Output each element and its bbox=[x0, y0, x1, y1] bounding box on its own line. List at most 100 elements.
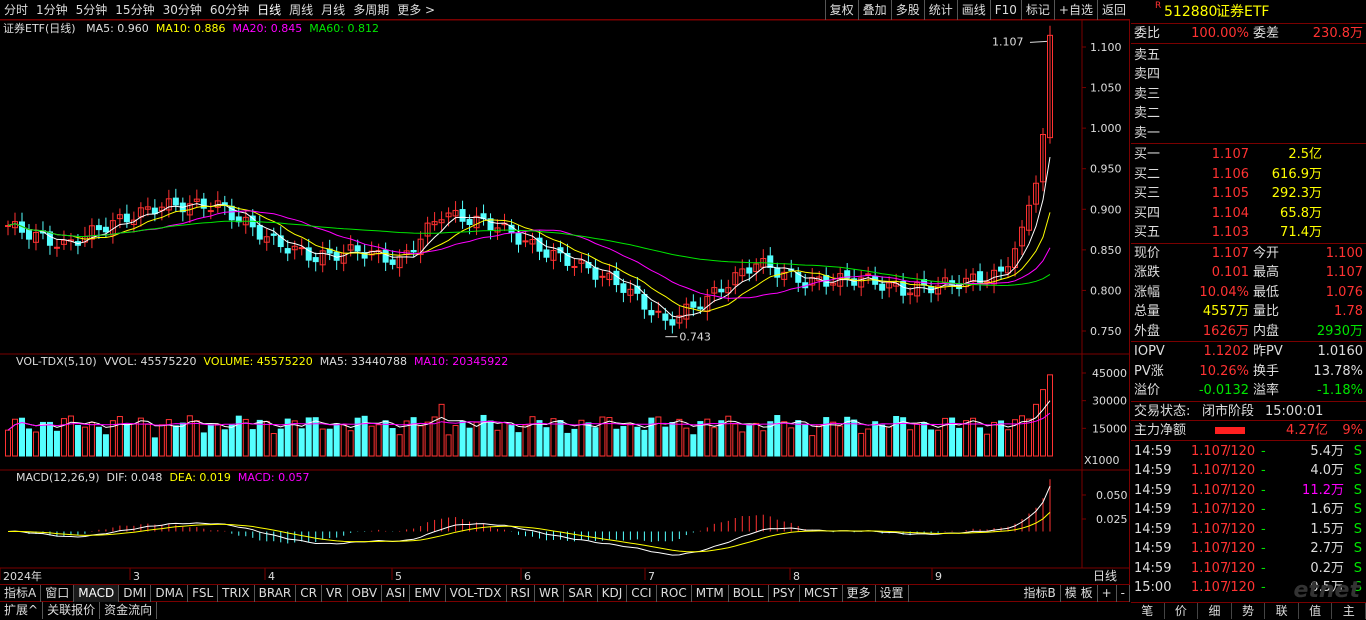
statistics-button[interactable]: 统计 bbox=[923, 0, 957, 20]
tick-list[interactable]: 14:59 1.107/120-5.4万 S 14:59 1.107/120-4.0万 S… bbox=[1131, 441, 1366, 598]
quote-tab[interactable]: 联 bbox=[1265, 603, 1299, 619]
back-button[interactable]: 返回 bbox=[1096, 0, 1130, 20]
quote-tab[interactable]: 势 bbox=[1232, 603, 1266, 619]
volume-bar bbox=[172, 425, 179, 457]
price-tick-label: 0.900 bbox=[1090, 203, 1122, 216]
sell-label: 卖四 bbox=[1134, 67, 1161, 82]
buy-price: 1.105 bbox=[1211, 186, 1249, 201]
volume-bar bbox=[298, 428, 305, 457]
volume-bar bbox=[907, 429, 914, 457]
period-monthly[interactable]: 月线 bbox=[317, 0, 349, 20]
indicator-right-tab[interactable]: 指标B bbox=[1020, 585, 1061, 602]
extension-tab[interactable]: 资金流向 bbox=[100, 602, 158, 619]
indicator-tab[interactable]: 更多 bbox=[843, 585, 876, 602]
stat-value-2: 1.107 bbox=[1325, 265, 1363, 280]
quote-tab[interactable]: 主 bbox=[1332, 603, 1366, 619]
volume-bar bbox=[641, 429, 648, 457]
indicator-tab[interactable]: DMI bbox=[119, 585, 152, 602]
indicator-tab[interactable]: CR bbox=[296, 585, 322, 602]
quote-tab[interactable]: 笔 bbox=[1131, 603, 1165, 619]
volume-bar bbox=[620, 426, 627, 457]
candle-body bbox=[655, 310, 662, 313]
period-weekly[interactable]: 周线 bbox=[285, 0, 317, 20]
volume-bar bbox=[788, 427, 795, 457]
chart-area[interactable]: 1.107 0.743 1.100 1.050 1.000 0.950 0.900 0.85… bbox=[0, 20, 1130, 584]
tick-ref: /120 bbox=[1226, 443, 1256, 459]
volume-bar bbox=[39, 421, 46, 457]
candle-body bbox=[298, 247, 305, 250]
extension-tab[interactable]: 关联报价 bbox=[43, 602, 101, 619]
period-more[interactable]: 更多 > bbox=[393, 0, 439, 20]
indicator-tab[interactable]: BOLL bbox=[729, 585, 769, 602]
add-watchlist-button[interactable]: +自选 bbox=[1053, 0, 1097, 20]
quote-tab[interactable]: 价 bbox=[1165, 603, 1199, 619]
indicator-tab[interactable]: MACD bbox=[74, 585, 120, 602]
indicator-tab[interactable]: CCI bbox=[627, 585, 657, 602]
tick-volume: 0.2万 bbox=[1310, 560, 1344, 576]
mark-button[interactable]: 标记 bbox=[1020, 0, 1054, 20]
indicator-tab[interactable]: FSL bbox=[188, 585, 219, 602]
volume-bar bbox=[564, 432, 571, 457]
indicator-tab[interactable]: BRAR bbox=[255, 585, 297, 602]
period-60min[interactable]: 60分钟 bbox=[206, 0, 253, 20]
indicator-tab[interactable]: PSY bbox=[769, 585, 800, 602]
indicator-tab[interactable]: MCST bbox=[800, 585, 843, 602]
restore-rights-button[interactable]: 复权 bbox=[824, 0, 858, 20]
candle-body bbox=[865, 273, 872, 276]
period-30min[interactable]: 30分钟 bbox=[159, 0, 206, 20]
indicator-tab[interactable]: VR bbox=[322, 585, 348, 602]
f10-button[interactable]: F10 bbox=[989, 0, 1021, 20]
tick-time: 14:59 bbox=[1134, 482, 1172, 498]
indicator-tab[interactable]: EMV bbox=[410, 585, 446, 602]
volume-bar bbox=[508, 424, 515, 457]
volume-bar bbox=[368, 425, 375, 457]
candle-body bbox=[592, 267, 599, 280]
draw-line-button[interactable]: 画线 bbox=[956, 0, 990, 20]
volume-bar bbox=[1047, 374, 1053, 457]
quote-tab[interactable]: 值 bbox=[1299, 603, 1333, 619]
indicator-right-tab[interactable]: 模 板 bbox=[1061, 585, 1098, 602]
tick-price: 1.107 bbox=[1191, 521, 1229, 537]
period-daily[interactable]: 日线 bbox=[253, 0, 285, 20]
period-5min[interactable]: 5分钟 bbox=[72, 0, 112, 20]
ma10-value: MA10: 0.886 bbox=[155, 22, 226, 35]
indicator-tab[interactable]: 设置 bbox=[876, 585, 909, 602]
indicator-tab[interactable]: OBV bbox=[348, 585, 383, 602]
indicator-tab[interactable]: VOL-TDX bbox=[446, 585, 507, 602]
indicator-tab[interactable]: 窗口 bbox=[41, 585, 75, 602]
volume-bar bbox=[74, 424, 81, 457]
indicator-tab[interactable]: DMA bbox=[151, 585, 189, 602]
indicator-tab[interactable]: TRIX bbox=[218, 585, 255, 602]
volume-bar bbox=[690, 434, 697, 457]
volume-bar bbox=[746, 424, 753, 457]
indicator-tab[interactable]: MTM bbox=[692, 585, 729, 602]
price-tick-label: 1.100 bbox=[1090, 41, 1122, 54]
period-multi[interactable]: 多周期 bbox=[349, 0, 393, 20]
indicator-right-tab[interactable]: + bbox=[1098, 585, 1117, 602]
period-15min[interactable]: 15分钟 bbox=[111, 0, 158, 20]
stat-row: 涨幅 10.04% 最低 1.076 bbox=[1131, 283, 1366, 303]
indicator-tab[interactable]: 指标A bbox=[0, 585, 42, 602]
quote-tab[interactable]: 细 bbox=[1198, 603, 1232, 619]
kline-chart-svg[interactable]: 1.107 0.743 1.100 1.050 1.000 0.950 0.900 0.85… bbox=[0, 20, 1130, 584]
period-1min[interactable]: 1分钟 bbox=[32, 0, 72, 20]
volume-bar bbox=[662, 426, 669, 457]
tick-price: 1.107 bbox=[1191, 580, 1229, 595]
period-fenshi[interactable]: 分时 bbox=[0, 0, 32, 20]
volume-bar bbox=[130, 423, 137, 457]
extension-tab[interactable]: 扩展^ bbox=[0, 602, 44, 619]
indicator-tab[interactable]: WR bbox=[535, 585, 565, 602]
volume-bar bbox=[781, 421, 788, 457]
volume-bar bbox=[872, 421, 879, 457]
vol-ma5-value: MA5: 33440788 bbox=[319, 355, 408, 368]
indicator-right-tab[interactable]: - bbox=[1117, 585, 1130, 602]
indicator-tab[interactable]: RSI bbox=[507, 585, 536, 602]
multi-stock-button[interactable]: 多股 bbox=[890, 0, 924, 20]
tick-ref: /120 bbox=[1226, 502, 1256, 517]
indicator-tab[interactable]: ROC bbox=[657, 585, 692, 602]
candle-body bbox=[459, 209, 466, 222]
overlay-button[interactable]: 叠加 bbox=[857, 0, 891, 20]
indicator-tab[interactable]: KDJ bbox=[598, 585, 628, 602]
indicator-tab[interactable]: SAR bbox=[564, 585, 598, 602]
indicator-tab[interactable]: ASI bbox=[382, 585, 411, 602]
